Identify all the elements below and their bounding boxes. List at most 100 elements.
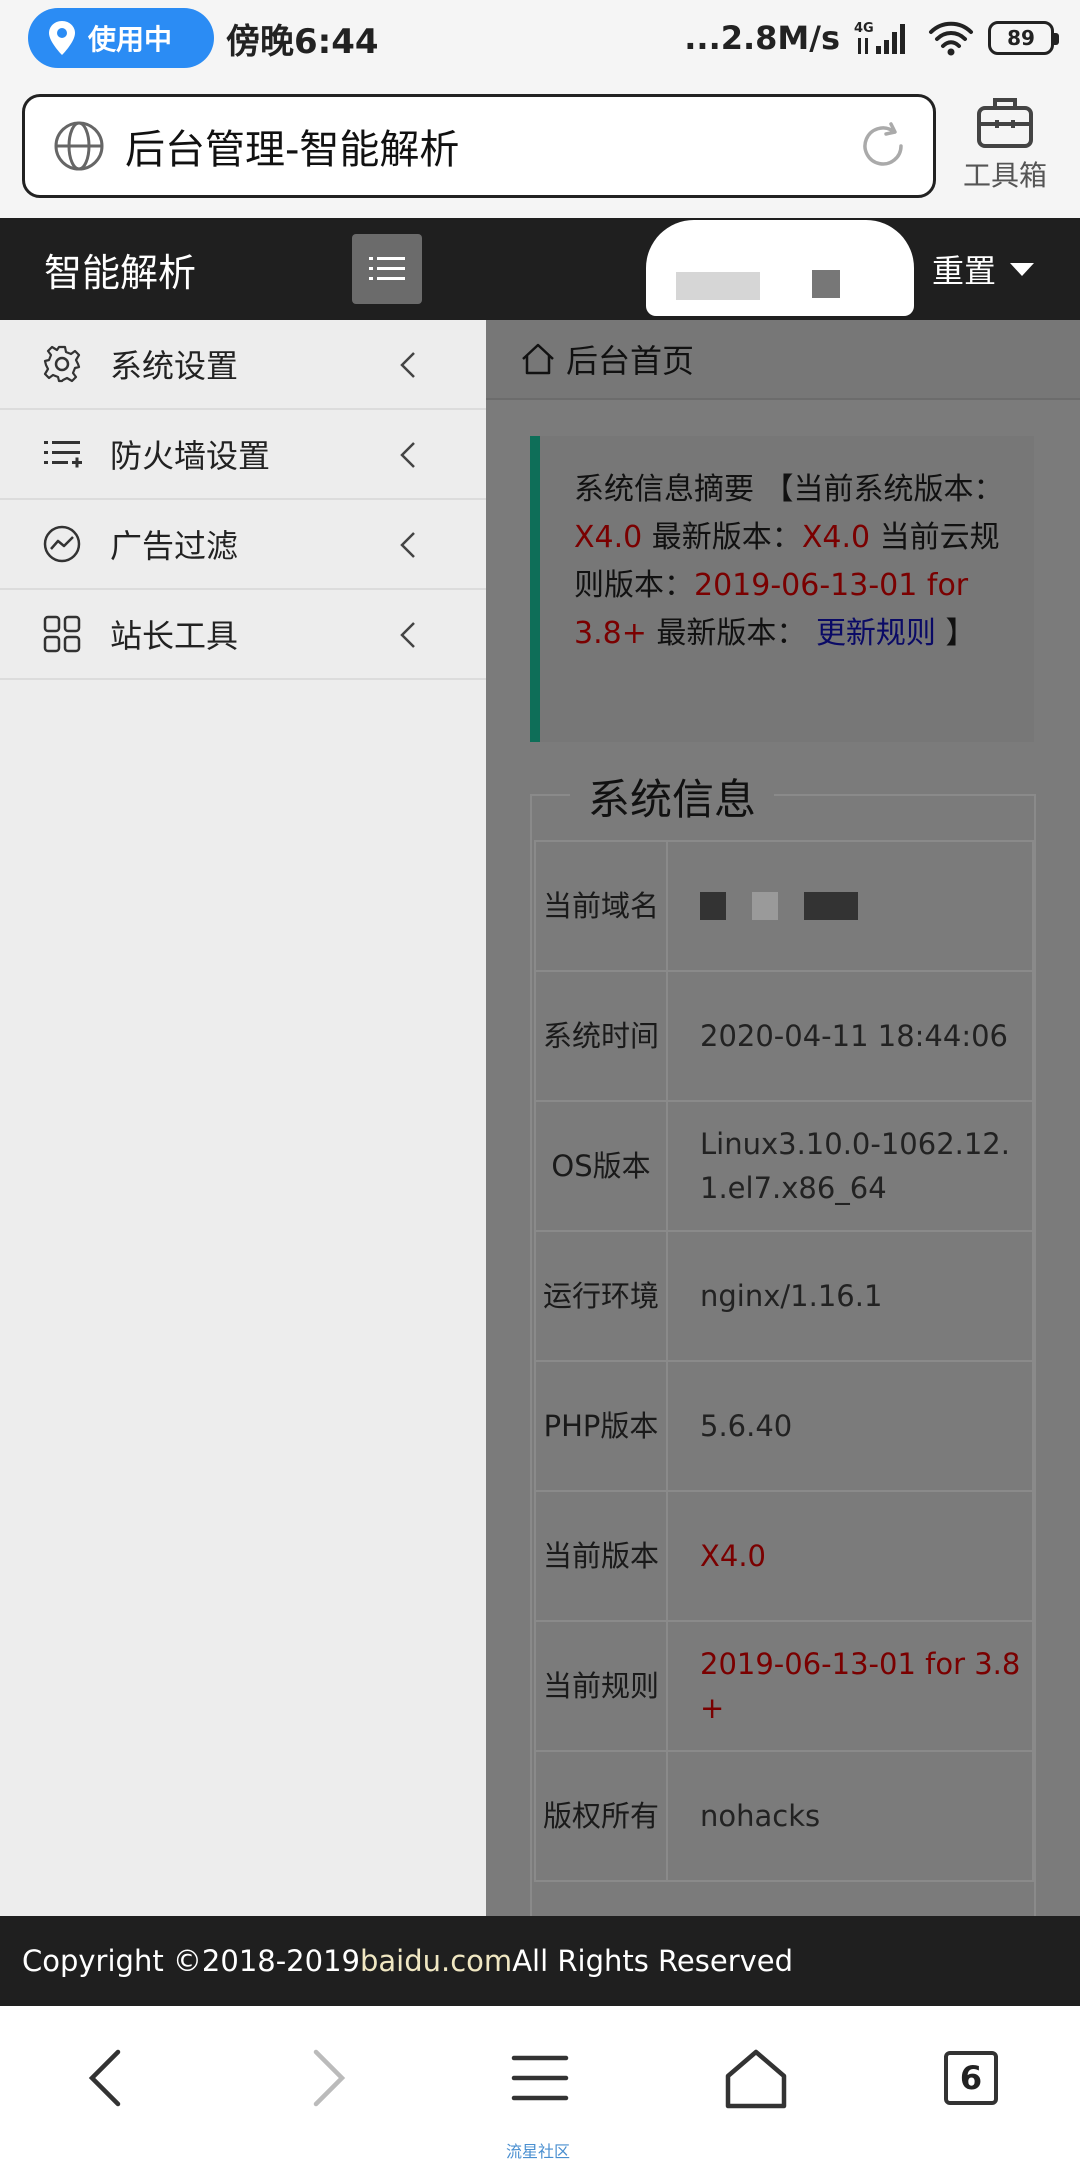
domain-redacted	[700, 892, 1024, 920]
sidebar-item-system-settings[interactable]: 系统设置	[0, 320, 486, 410]
globe-icon	[54, 121, 104, 171]
row-value: 2019-06-13-01 for 3.8+	[666, 1620, 1034, 1752]
redacted-block	[700, 892, 726, 920]
status-bar: 使用中 傍晚6:44 ...2.8M/s 4G 89	[0, 0, 1080, 78]
reset-dropdown[interactable]: 重置	[932, 246, 1035, 292]
signal-icon: 4G	[854, 21, 905, 54]
sidebar-item-label: 广告过滤	[110, 527, 239, 565]
current-version: X4.0	[574, 520, 643, 555]
location-in-use-pill[interactable]: 使用中	[28, 8, 214, 68]
redacted-block	[804, 892, 858, 920]
row-value: 2020-04-11 18:44:06	[666, 970, 1034, 1102]
toolbox-icon	[977, 98, 1033, 148]
latest-version: X4.0	[801, 520, 871, 555]
system-info-title: 系统信息	[570, 766, 775, 827]
main-content: 后台首页 系统信息摘要 【当前系统版本：X4.0 最新版本：X4.0 当前云规则…	[486, 320, 1080, 1916]
reset-label: 重置	[932, 252, 997, 290]
menu-toggle-button[interactable]	[352, 234, 422, 304]
gear-icon	[43, 345, 81, 383]
chevron-left-icon	[400, 442, 415, 468]
row-key: 版权所有	[534, 1750, 668, 1882]
grid-icon	[43, 615, 81, 653]
table-row: 当前版本 X4.0	[534, 1490, 1034, 1622]
chevron-left-icon	[400, 352, 415, 378]
row-key: 当前规则	[534, 1620, 668, 1752]
row-value: nohacks	[666, 1750, 1034, 1882]
location-pin-icon	[49, 21, 75, 55]
sidebar-item-label: 系统设置	[110, 347, 239, 385]
wifi-icon	[929, 21, 973, 56]
copyright-text: Copyright ©2018-2019	[22, 1944, 360, 1978]
browser-toolbar: 后台管理-智能解析 工具箱	[0, 78, 1080, 218]
app-header: 智能解析 重置	[0, 218, 1080, 320]
home-icon	[522, 343, 554, 375]
breadcrumb-home[interactable]: 后台首页	[566, 336, 694, 382]
sidebar-item-label: 防火墙设置	[110, 437, 271, 475]
list-add-icon	[44, 441, 82, 468]
battery-level: 89	[1007, 26, 1035, 50]
system-info-table: 当前域名 系统时间 2020-04-11 18:44:06 OS版本 Linux…	[534, 840, 1034, 1882]
address-bar[interactable]: 后台管理-智能解析	[22, 94, 936, 198]
notice-text: 】	[935, 616, 976, 651]
sidebar-item-firewall-settings[interactable]: 防火墙设置	[0, 410, 486, 500]
row-key: 系统时间	[534, 970, 668, 1102]
table-row: 当前域名	[534, 840, 1034, 972]
table-row: PHP版本 5.6.40	[534, 1360, 1034, 1492]
table-row: 运行环境 nginx/1.16.1	[534, 1230, 1034, 1362]
row-value: X4.0	[666, 1490, 1034, 1622]
tabs-count: 6	[944, 2051, 998, 2105]
redacted-block	[812, 270, 840, 298]
status-indicators: ...2.8M/s 4G 89	[684, 12, 1059, 64]
chevron-left-icon	[400, 532, 415, 558]
sidebar: 系统设置 防火墙设置 广告过滤 站长工具	[0, 320, 486, 1916]
user-avatar-redacted[interactable]	[646, 220, 914, 316]
copyright-text: All Rights Reserved	[512, 1944, 794, 1978]
caret-down-icon	[1010, 262, 1035, 276]
toolbox-button[interactable]: 工具箱	[950, 94, 1060, 204]
sidebar-item-ad-filter[interactable]: 广告过滤	[0, 500, 486, 590]
sidebar-item-label: 站长工具	[110, 617, 239, 655]
trend-icon	[43, 525, 81, 563]
notice-text: 最新版本：	[646, 616, 816, 651]
row-key: 当前域名	[534, 840, 668, 972]
browser-bottom-nav: 6 流星社区	[0, 2006, 1080, 2160]
row-key: OS版本	[534, 1100, 668, 1232]
table-row: 当前规则 2019-06-13-01 for 3.8+	[534, 1620, 1034, 1752]
table-row: 系统时间 2020-04-11 18:44:06	[534, 970, 1034, 1102]
notice-text: 系统信息摘要 【当前系统版本：	[574, 472, 1004, 507]
row-value: nginx/1.16.1	[666, 1230, 1034, 1362]
list-icon	[369, 257, 405, 280]
brand-title[interactable]: 智能解析	[44, 242, 196, 297]
home-button[interactable]	[720, 2042, 792, 2114]
redacted-block	[676, 272, 760, 300]
reload-icon[interactable]	[857, 120, 909, 172]
toolbox-label: 工具箱	[962, 159, 1047, 192]
network-type: 4G	[854, 21, 874, 36]
menu-button[interactable]	[504, 2042, 576, 2114]
location-label: 使用中	[88, 23, 173, 56]
forward-button[interactable]	[290, 2042, 362, 2114]
footer-copyright: Copyright ©2018-2019 baidu.com All Right…	[0, 1916, 1080, 2006]
row-key: PHP版本	[534, 1360, 668, 1492]
network-speed: ...2.8M/s	[684, 19, 840, 57]
tabs-button[interactable]: 6	[935, 2042, 1007, 2114]
status-time: 傍晚6:44	[226, 22, 379, 62]
battery-indicator: 89	[988, 21, 1059, 55]
hamburger-icon	[511, 2055, 569, 2101]
notice-text: 最新版本：	[642, 520, 802, 555]
chevron-left-icon	[88, 2049, 121, 2107]
chevron-right-icon	[313, 2049, 346, 2107]
system-info-panel: 系统信息 当前域名 系统时间 2020-04-11 18:44:06 OS版本 …	[530, 766, 1036, 1916]
row-value: Linux3.10.0-1062.12.1.el7.x86_64	[666, 1100, 1034, 1232]
sidebar-item-webmaster-tools[interactable]: 站长工具	[0, 590, 486, 680]
chevron-left-icon	[400, 622, 415, 648]
breadcrumb: 后台首页	[486, 320, 1080, 400]
update-rules-link[interactable]: 更新规则	[816, 616, 936, 651]
home-icon	[725, 2049, 787, 2109]
table-row: OS版本 Linux3.10.0-1062.12.1.el7.x86_64	[534, 1100, 1034, 1232]
system-summary-notice: 系统信息摘要 【当前系统版本：X4.0 最新版本：X4.0 当前云规则版本：20…	[530, 436, 1034, 742]
back-button[interactable]	[72, 2042, 144, 2114]
page-title: 后台管理-智能解析	[125, 127, 460, 173]
table-row: 版权所有 nohacks	[534, 1750, 1034, 1882]
footer-link[interactable]: baidu.com	[360, 1944, 512, 1978]
